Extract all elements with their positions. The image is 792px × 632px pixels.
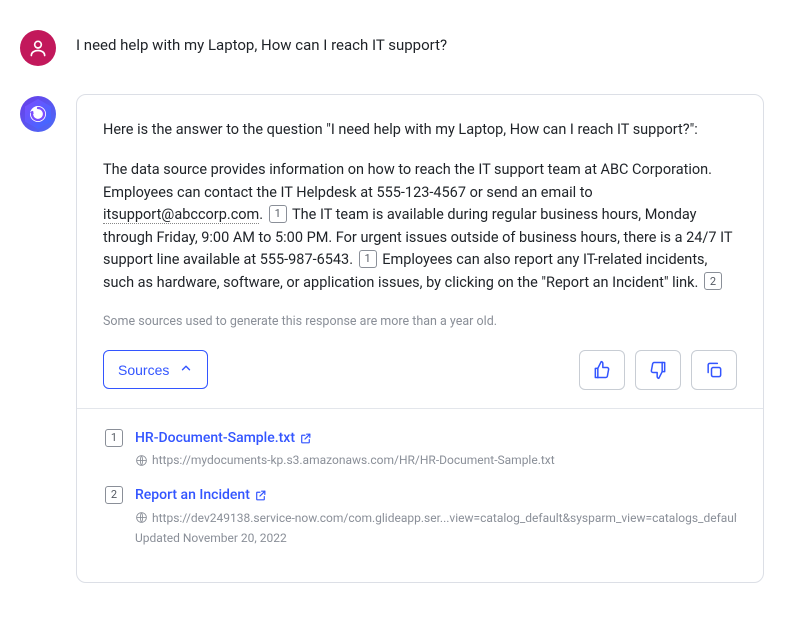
actions-row: Sources (103, 350, 737, 390)
source-title-text: HR-Document-Sample.txt (135, 428, 295, 450)
source-link[interactable]: Report an Incident (135, 485, 267, 507)
bot-avatar (20, 96, 56, 132)
source-item: 2 Report an Incident https://dev249138.s… (103, 484, 737, 548)
source-number-chip: 1 (105, 429, 123, 447)
source-number-chip: 2 (105, 486, 123, 504)
citation-chip-1b[interactable]: 1 (359, 250, 377, 268)
sources-button-label: Sources (118, 362, 169, 378)
source-item: 1 HR-Document-Sample.txt https://mydocum… (103, 427, 737, 470)
user-message: I need help with my Laptop, How can I re… (20, 28, 764, 66)
copy-icon (704, 360, 724, 380)
thumbs-up-button[interactable] (579, 350, 625, 390)
sources-toggle-button[interactable]: Sources (103, 350, 208, 389)
citation-chip-2[interactable]: 2 (704, 272, 722, 290)
external-link-icon (254, 489, 267, 502)
source-url-text: https://dev249138.service-now.com/com.gl… (152, 509, 737, 528)
person-icon (28, 38, 48, 58)
user-question: I need help with my Laptop, How can I re… (76, 28, 447, 66)
globe-icon (135, 511, 148, 524)
copy-button[interactable] (691, 350, 737, 390)
source-url-text: https://mydocuments-kp.s3.amazonaws.com/… (152, 451, 555, 470)
source-url-row: https://mydocuments-kp.s3.amazonaws.com/… (135, 451, 737, 470)
source-url-row: https://dev249138.service-now.com/com.gl… (135, 509, 737, 528)
source-title-text: Report an Incident (135, 485, 250, 507)
thumbs-down-button[interactable] (635, 350, 681, 390)
source-link[interactable]: HR-Document-Sample.txt (135, 428, 312, 450)
thumbs-up-icon (592, 360, 612, 380)
staleness-disclaimer: Some sources used to generate this respo… (103, 312, 737, 331)
feedback-buttons (579, 350, 737, 390)
chevron-up-icon (179, 361, 193, 378)
thumbs-down-icon (648, 360, 668, 380)
answer-intro: Here is the answer to the question "I ne… (103, 119, 737, 141)
sources-panel: 1 HR-Document-Sample.txt https://mydocum… (77, 408, 763, 548)
globe-icon (135, 454, 148, 467)
answer-body: The data source provides information on … (103, 159, 737, 294)
source-updated-text: Updated November 20, 2022 (135, 529, 737, 548)
bot-logo-icon (20, 96, 56, 132)
bot-response-card: Here is the answer to the question "I ne… (76, 94, 764, 583)
answer-segment-1: The data source provides information on … (103, 161, 712, 200)
bot-message: Here is the answer to the question "I ne… (20, 94, 764, 583)
external-link-icon (299, 432, 312, 445)
citation-chip-1[interactable]: 1 (269, 205, 287, 223)
user-avatar (20, 30, 56, 66)
support-email-link[interactable]: itsupport@abccorp.com (103, 206, 259, 224)
